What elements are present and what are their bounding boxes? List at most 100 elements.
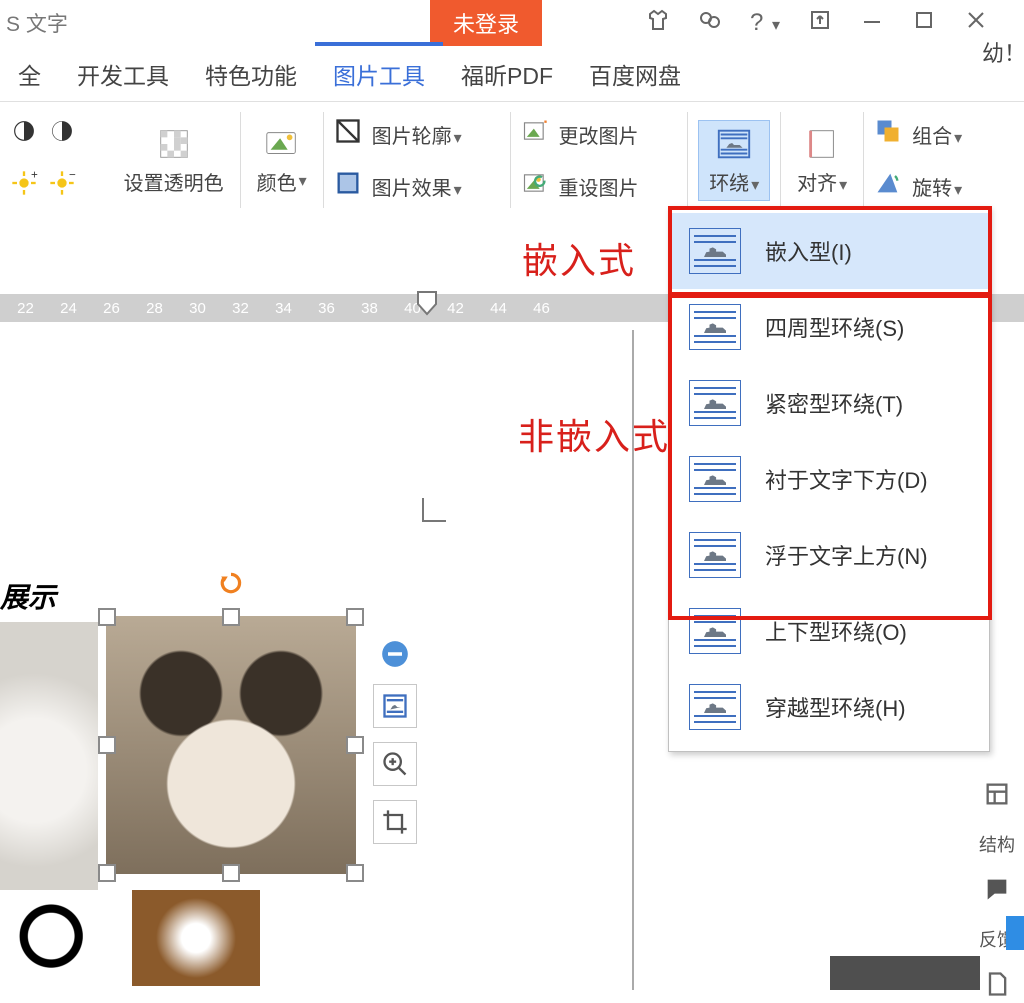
svg-text:+: +	[31, 169, 38, 181]
change-picture-label: 更改图片	[559, 120, 639, 149]
set-transparent-color-button[interactable]: 设置透明色	[118, 125, 230, 196]
ruler-tick: 32	[219, 300, 262, 317]
group-icon	[874, 117, 902, 151]
wrap-thumb-icon	[689, 608, 741, 654]
ribbon-group-picture: 更改图片 重设图片	[511, 102, 688, 218]
resize-handle-tm[interactable]	[222, 608, 240, 626]
wrap-item-through[interactable]: 穿越型环绕(H)	[669, 669, 989, 745]
contrast-up-icon[interactable]	[10, 117, 38, 151]
svg-text:−: −	[69, 169, 76, 181]
picture-effects-icon	[334, 169, 362, 203]
wrap-item-infront[interactable]: 浮于文字上方(N)	[669, 517, 989, 593]
resize-handle-bl[interactable]	[98, 864, 116, 882]
resize-handle-tr[interactable]	[346, 608, 364, 626]
tab-security[interactable]: 全	[0, 46, 59, 102]
side-structure-icon[interactable]	[983, 780, 1011, 813]
minimize-icon[interactable]	[860, 8, 884, 39]
resize-handle-tl[interactable]	[98, 608, 116, 626]
image-crop-button[interactable]	[373, 800, 417, 844]
brightness-down-icon[interactable]: −	[48, 169, 76, 203]
image-wrap-button[interactable]	[373, 684, 417, 728]
wrap-thumb-icon	[689, 456, 741, 502]
tab-picture-tools[interactable]: 图片工具	[315, 46, 443, 102]
wechat-icon[interactable]	[698, 8, 722, 39]
ribbon: + − 设置透明色 颜色▾ 图片轮廓▾	[0, 102, 1024, 219]
align-label: 对齐	[797, 173, 837, 195]
picture-outline-label: 图片轮廓	[372, 126, 452, 148]
change-picture-icon	[521, 117, 549, 151]
set-transparent-color-label: 设置透明色	[124, 167, 224, 196]
wrap-label: 环绕	[709, 173, 749, 195]
wrap-item-topbottom[interactable]: 上下型环绕(O)	[669, 593, 989, 669]
wrap-item-tight[interactable]: 紧密型环绕(T)	[669, 365, 989, 441]
rotate-icon	[874, 169, 902, 203]
wrap-item-behind[interactable]: 衬于文字下方(D)	[669, 441, 989, 517]
image-panda[interactable]	[0, 890, 128, 986]
wrap-item-square[interactable]: 四周型环绕(S)	[669, 289, 989, 365]
wrap-button[interactable]: 环绕▾	[698, 120, 770, 201]
image-zoom-button[interactable]	[373, 742, 417, 786]
login-status-button[interactable]: 未登录	[430, 0, 542, 46]
image-row-2	[0, 890, 264, 986]
ruler-tick: 28	[133, 300, 176, 317]
ribbon-group-style: 图片轮廓▾ 图片效果▾	[324, 102, 510, 218]
ruler-tick: 26	[90, 300, 133, 317]
resize-handle-bm[interactable]	[222, 864, 240, 882]
tab-foxit-pdf[interactable]: 福昕PDF	[443, 46, 571, 102]
ruler-tick: 42	[434, 300, 477, 317]
bottom-pager-bar	[830, 956, 980, 990]
ribbon-group-align: 对齐▾	[781, 102, 863, 218]
brightness-up-icon[interactable]: +	[10, 169, 38, 203]
side-doc-icon[interactable]	[983, 970, 1011, 1003]
annotation-label-noninline: 非嵌入式	[518, 408, 670, 460]
help-icon[interactable]: ? ▾	[750, 9, 780, 37]
rotate-handle[interactable]	[218, 570, 244, 596]
ribbon-group-arrange: 组合▾ 旋转▾	[864, 102, 1024, 218]
image-grid	[0, 622, 360, 892]
title-bar: S 文字 未登录 ? ▾	[0, 0, 1024, 46]
image-rabbit[interactable]	[0, 622, 98, 892]
tab-baidu-disk[interactable]: 百度网盘	[571, 46, 699, 102]
ribbon-group-adjust: + −	[0, 102, 108, 218]
change-picture-button[interactable]: 更改图片	[521, 108, 678, 160]
picture-outline-button[interactable]: 图片轮廓▾	[334, 108, 500, 160]
ruler-tick: 36	[305, 300, 348, 317]
wrap-item-label: 紧密型环绕(T)	[765, 387, 903, 419]
ribbon-group-transparency: 设置透明色	[108, 102, 240, 218]
image-kitten-selected[interactable]	[106, 616, 356, 874]
ruler-tick: 30	[176, 300, 219, 317]
contrast-down-icon[interactable]	[48, 117, 76, 151]
share-up-icon[interactable]	[808, 8, 832, 39]
ribbon-tab-strip: 全 开发工具 特色功能 图片工具 福昕PDF 百度网盘	[0, 46, 1024, 102]
side-feedback-icon[interactable]	[983, 875, 1011, 908]
resize-handle-br[interactable]	[346, 864, 364, 882]
image-dog[interactable]	[132, 890, 260, 986]
wrap-thumb-icon	[689, 532, 741, 578]
page-margin-corner	[422, 480, 464, 522]
tab-features[interactable]: 特色功能	[187, 46, 315, 102]
side-expand-tab[interactable]	[1006, 916, 1024, 950]
align-button[interactable]: 对齐▾	[791, 125, 853, 196]
color-label: 颜色	[257, 167, 297, 196]
color-button[interactable]: 颜色▾	[251, 125, 313, 196]
ruler-tick: 38	[348, 300, 391, 317]
group-button[interactable]: 组合▾	[874, 108, 1014, 160]
reset-picture-button[interactable]: 重设图片	[521, 160, 678, 212]
group-label: 组合	[912, 126, 952, 148]
wrap-item-inline[interactable]: 嵌入型(I)	[669, 213, 989, 289]
resize-handle-mr[interactable]	[346, 736, 364, 754]
wrap-item-label: 上下型环绕(O)	[765, 615, 907, 647]
resize-handle-ml[interactable]	[98, 736, 116, 754]
image-remove-button[interactable]	[374, 638, 416, 670]
app-title: S 文字	[6, 8, 68, 38]
ribbon-group-color: 颜色▾	[241, 102, 323, 218]
reset-picture-label: 重设图片	[559, 172, 639, 201]
ruler-indent-marker[interactable]	[414, 288, 440, 326]
rotate-button[interactable]: 旋转▾	[874, 160, 1014, 212]
maximize-icon[interactable]	[912, 8, 936, 39]
skin-icon[interactable]	[646, 8, 670, 39]
ruler-tick: 34	[262, 300, 305, 317]
close-icon[interactable]	[964, 8, 988, 39]
picture-effects-button[interactable]: 图片效果▾	[334, 160, 500, 212]
tab-devtools[interactable]: 开发工具	[59, 46, 187, 102]
